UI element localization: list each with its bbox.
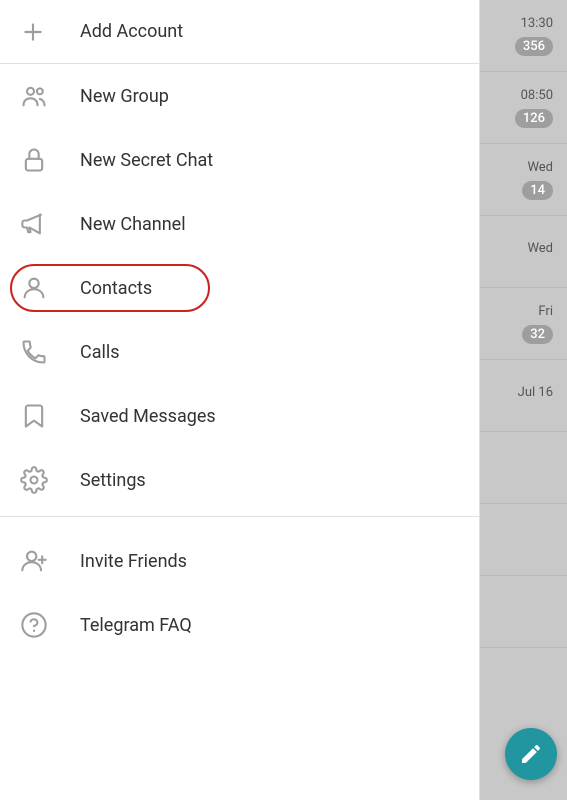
lock-icon <box>20 146 64 174</box>
new-secret-chat-item[interactable]: New Secret Chat <box>0 128 479 192</box>
chat-badge-1: 356 <box>515 37 553 56</box>
chat-time-4: Wed <box>527 241 553 256</box>
chat-row-8 <box>480 504 567 576</box>
telegram-faq-label: Telegram FAQ <box>80 615 192 636</box>
gear-icon <box>20 466 64 494</box>
bookmark-icon <box>20 402 64 430</box>
chat-row-5: Fri 32 <box>480 288 567 360</box>
calls-item[interactable]: Calls <box>0 320 479 384</box>
new-group-label: New Group <box>80 86 169 107</box>
chat-row-3: Wed 14 <box>480 144 567 216</box>
chat-time-3: Wed <box>527 160 553 175</box>
phone-icon <box>20 338 64 366</box>
chat-row-1: 13:30 356 <box>480 0 567 72</box>
new-secret-chat-label: New Secret Chat <box>80 150 213 171</box>
menu-divider <box>0 516 479 517</box>
bottom-section: Invite Friends Telegram FAQ <box>0 529 479 657</box>
megaphone-icon <box>20 210 64 238</box>
saved-messages-item[interactable]: Saved Messages <box>0 384 479 448</box>
settings-label: Settings <box>80 470 146 491</box>
add-account-label: Add Account <box>80 21 183 42</box>
new-channel-label: New Channel <box>80 214 186 235</box>
chat-row-2: 08:50 126 <box>480 72 567 144</box>
saved-messages-label: Saved Messages <box>80 406 216 427</box>
chat-badge-3: 14 <box>522 181 553 200</box>
compose-fab[interactable] <box>505 728 557 780</box>
chat-row-6: Jul 16 <box>480 360 567 432</box>
add-account-item[interactable]: Add Account <box>0 0 479 64</box>
chat-row-9 <box>480 576 567 648</box>
add-person-icon <box>20 547 64 575</box>
chat-badge-5: 32 <box>522 325 553 344</box>
chat-time-2: 08:50 <box>521 88 553 103</box>
chat-time-6: Jul 16 <box>518 385 553 400</box>
menu-panel: Add Account New Group New Secret Chat <box>0 0 480 800</box>
new-group-item[interactable]: New Group <box>0 64 479 128</box>
contacts-label: Contacts <box>80 278 152 299</box>
person-icon <box>20 274 64 302</box>
settings-item[interactable]: Settings <box>0 448 479 512</box>
chat-time-1: 13:30 <box>521 16 553 31</box>
calls-label: Calls <box>80 342 120 363</box>
new-channel-item[interactable]: New Channel <box>0 192 479 256</box>
chat-row-7 <box>480 432 567 504</box>
invite-friends-item[interactable]: Invite Friends <box>0 529 479 593</box>
contacts-item[interactable]: Contacts <box>0 256 479 320</box>
chat-time-5: Fri <box>538 304 553 319</box>
question-icon <box>20 611 64 639</box>
chat-row-4: Wed <box>480 216 567 288</box>
right-panel: 13:30 356 08:50 126 Wed 14 Wed Fri 32 Ju… <box>480 0 567 800</box>
telegram-faq-item[interactable]: Telegram FAQ <box>0 593 479 657</box>
plus-icon <box>20 19 64 45</box>
group-icon <box>20 82 64 110</box>
chat-badge-2: 126 <box>515 109 553 128</box>
invite-friends-label: Invite Friends <box>80 551 187 572</box>
